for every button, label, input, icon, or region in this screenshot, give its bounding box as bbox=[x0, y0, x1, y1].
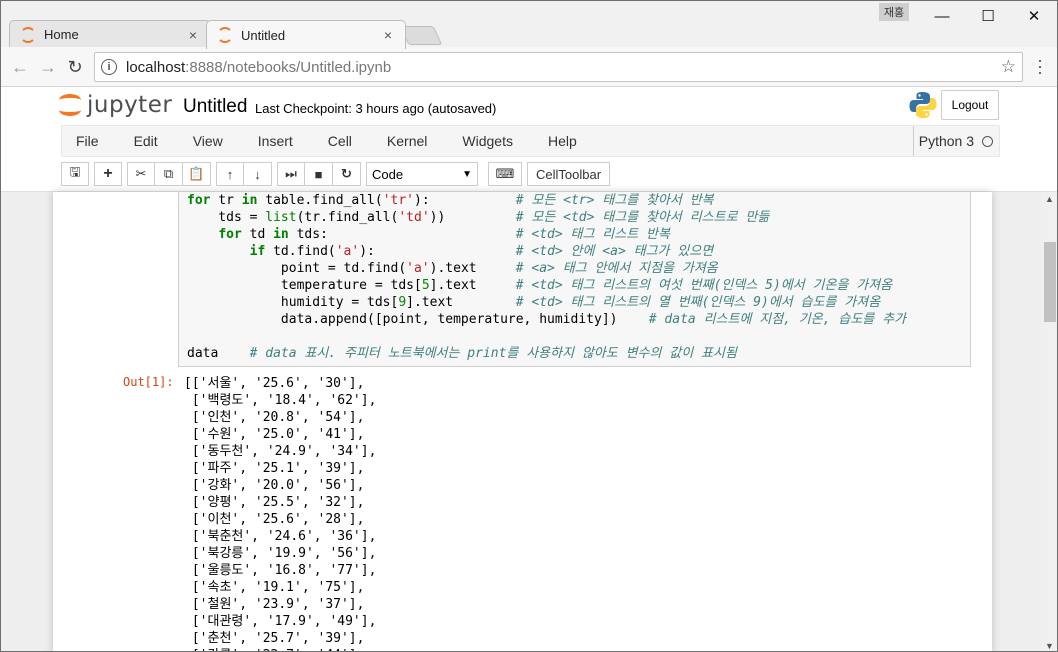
browser-window: Home × Untitled × 재홍 — ☐ ✕ ← → ↻ i local… bbox=[0, 0, 1058, 652]
output-line: [['서울', '25.6', '30'], bbox=[184, 376, 365, 391]
code-cell-input[interactable]: for tr in table.find_all('tr'): # 모든 <tr… bbox=[178, 192, 971, 367]
output-line: ['수원', '25.0', '41'], bbox=[184, 427, 365, 442]
output-line: ['파주', '25.1', '39'], bbox=[184, 461, 365, 476]
move-up-icon[interactable]: ↑ bbox=[216, 162, 244, 186]
menu-help[interactable]: Help bbox=[534, 133, 598, 149]
scroll-down-icon[interactable]: ▼ bbox=[1045, 641, 1054, 651]
jupyter-header: jupyter Untitled Last Checkpoint: 3 hour… bbox=[1, 87, 1057, 192]
output-line: ['백령도', '18.4', '62'], bbox=[184, 393, 377, 408]
insert-cell-icon[interactable]: + bbox=[94, 162, 122, 186]
run-cell-icon[interactable]: ⏭ bbox=[277, 162, 305, 186]
save-icon[interactable]: 🖫 bbox=[61, 162, 89, 186]
output-line: ['대관령', '17.9', '49'], bbox=[184, 614, 377, 629]
tab-untitled[interactable]: Untitled × bbox=[206, 20, 406, 49]
url-path: :8888/notebooks/Untitled.ipynb bbox=[185, 58, 392, 76]
address-bar[interactable]: i localhost:8888/notebooks/Untitled.ipyn… bbox=[94, 52, 1023, 82]
menu-view[interactable]: View bbox=[179, 133, 244, 149]
logout-button[interactable]: Logout bbox=[941, 90, 999, 120]
notebook-menubar: File Edit View Insert Cell Kernel Widget… bbox=[61, 125, 1000, 157]
celltoolbar-button[interactable]: CellToolbar bbox=[527, 162, 611, 186]
vertical-scrollbar[interactable]: ▲ ▼ bbox=[1041, 192, 1057, 651]
output-line: ['강화', '20.0', '56'], bbox=[184, 478, 365, 493]
forward-icon[interactable]: → bbox=[37, 56, 59, 78]
menu-cell[interactable]: Cell bbox=[314, 133, 373, 149]
output-line: ['철원', '23.9', '37'], bbox=[184, 597, 365, 612]
move-down-icon[interactable]: ↓ bbox=[244, 162, 272, 186]
code-line[interactable]: humidity = tds[9].text # <td> 태그 리스트의 열 … bbox=[187, 294, 906, 311]
kernel-indicator[interactable]: Python 3 bbox=[912, 126, 993, 156]
maximize-icon[interactable]: ☐ bbox=[965, 1, 1011, 31]
minimize-icon[interactable]: — bbox=[919, 1, 965, 31]
code-line[interactable]: temperature = tds[5].text # <td> 태그 리스트의… bbox=[187, 277, 906, 294]
scroll-up-icon[interactable]: ▲ bbox=[1045, 194, 1054, 204]
code-line[interactable]: for tr in table.find_all('tr'): # 모든 <tr… bbox=[187, 192, 906, 209]
output-line: ['양평', '25.5', '32'], bbox=[184, 495, 365, 510]
menu-edit[interactable]: Edit bbox=[120, 133, 179, 149]
cell-type-value: Code bbox=[372, 166, 404, 182]
copy-icon[interactable]: ⧉ bbox=[155, 162, 183, 186]
output-line: ['춘천', '25.7', '39'], bbox=[184, 631, 365, 646]
jupyter-logo[interactable]: jupyter bbox=[59, 92, 172, 118]
restart-icon[interactable]: ↻ bbox=[333, 162, 361, 186]
output-line: ['북강릉', '19.9', '56'], bbox=[184, 546, 377, 561]
menu-kernel[interactable]: Kernel bbox=[373, 133, 448, 149]
cell-type-select[interactable]: Code ▼ bbox=[366, 162, 478, 186]
tab-label: Home bbox=[44, 27, 79, 42]
stop-icon[interactable]: ■ bbox=[305, 162, 333, 186]
code-line[interactable]: point = td.find('a').text # <a> 태그 안에서 지… bbox=[187, 260, 906, 277]
kernel-name: Python 3 bbox=[918, 133, 974, 149]
code-line[interactable]: data.append([point, temperature, humidit… bbox=[187, 311, 906, 328]
cell-output: [['서울', '25.6', '30'], ['백령도', '18.4', '… bbox=[184, 375, 377, 651]
menu-file[interactable]: File bbox=[62, 133, 120, 149]
output-line: ['이천', '25.6', '28'], bbox=[184, 512, 365, 527]
close-tab-icon[interactable]: × bbox=[184, 27, 202, 43]
output-line: ['울릉도', '16.8', '77'], bbox=[184, 563, 377, 578]
output-prompt: Out[1]: bbox=[123, 375, 174, 389]
bookmark-star-icon[interactable]: ☆ bbox=[1001, 57, 1016, 77]
output-line: ['북춘천', '24.6', '36'], bbox=[184, 529, 377, 544]
tab-home[interactable]: Home × bbox=[9, 20, 211, 48]
browser-toolbar: ← → ↻ i localhost:8888/notebooks/Untitle… bbox=[1, 47, 1057, 87]
code-line[interactable]: for td in tds: # <td> 태그 리스트 반복 bbox=[187, 226, 906, 243]
code-editor[interactable]: for tr in table.find_all('tr'): # 모든 <tr… bbox=[187, 192, 906, 362]
code-line[interactable]: data # data 표시. 주피터 노트북에서는 print를 사용하지 않… bbox=[187, 345, 906, 362]
code-line[interactable]: tds = list(tr.find_all('td')) # 모든 <td> … bbox=[187, 209, 906, 226]
notebook-name[interactable]: Untitled bbox=[183, 96, 247, 118]
tab-label: Untitled bbox=[241, 27, 286, 43]
url-host: localhost bbox=[126, 58, 186, 76]
notebook-page: for tr in table.find_all('tr'): # 모든 <tr… bbox=[53, 192, 992, 651]
reload-icon[interactable]: ↻ bbox=[64, 56, 86, 78]
output-line: ['인천', '20.8', '54'], bbox=[184, 410, 365, 425]
command-palette-icon[interactable]: ⌨ bbox=[488, 162, 522, 186]
notebook-area: for tr in table.find_all('tr'): # 모든 <tr… bbox=[1, 192, 1041, 651]
checkpoint-status: Last Checkpoint: 3 hours ago (autosaved) bbox=[255, 101, 497, 116]
back-icon[interactable]: ← bbox=[9, 56, 31, 78]
scrollbar-thumb[interactable] bbox=[1044, 242, 1056, 322]
logo-text: jupyter bbox=[87, 92, 173, 118]
code-line[interactable]: if td.find('a'): # <td> 안에 <a> 태그가 있으면 bbox=[187, 243, 906, 260]
output-line: ['속초', '19.1', '75'], bbox=[184, 580, 365, 595]
menu-insert[interactable]: Insert bbox=[244, 133, 314, 149]
kernel-idle-icon bbox=[982, 135, 993, 147]
tab-strip: Home × Untitled × 재홍 — ☐ ✕ bbox=[1, 1, 1057, 49]
notebook-toolbar: 🖫 + ✂ ⧉ 📋 ↑ ↓ ⏭ ■ ↻ Code ▼ ⌨ CellToolbar bbox=[61, 161, 615, 187]
output-line: ['동두천', '24.9', '34'], bbox=[184, 444, 377, 459]
paste-icon[interactable]: 📋 bbox=[183, 162, 211, 186]
browser-menu-icon[interactable]: · · · bbox=[1035, 51, 1045, 81]
menu-widgets[interactable]: Widgets bbox=[448, 133, 534, 149]
jupyter-logo-icon bbox=[59, 92, 81, 118]
close-tab-icon[interactable]: × bbox=[379, 27, 397, 43]
dropdown-arrow-icon: ▼ bbox=[462, 168, 472, 180]
code-line[interactable] bbox=[187, 328, 906, 345]
jupyter-favicon-icon bbox=[20, 26, 36, 43]
user-badge[interactable]: 재홍 bbox=[879, 3, 909, 21]
output-line: ['강릉', '22.7', '44'], bbox=[184, 647, 376, 651]
python-logo-icon bbox=[909, 92, 937, 118]
close-window-icon[interactable]: ✕ bbox=[1011, 1, 1057, 31]
info-icon[interactable]: i bbox=[101, 59, 117, 75]
jupyter-favicon-icon bbox=[217, 27, 233, 43]
cut-icon[interactable]: ✂ bbox=[127, 162, 155, 186]
